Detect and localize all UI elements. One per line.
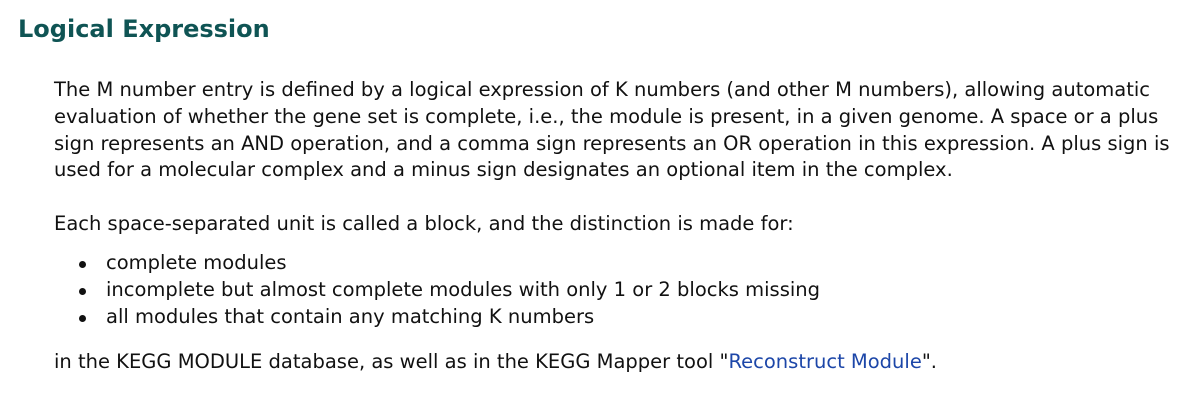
bullet-icon (79, 287, 86, 295)
list-item: incomplete but almost complete modules w… (54, 277, 1194, 304)
list-item: all modules that contain any matching K … (54, 304, 1194, 331)
section-content: The M number entry is defined by a logic… (54, 77, 1194, 376)
paragraph-blocks-intro: Each space-separated unit is called a bl… (54, 212, 794, 236)
database-note-end: ". (921, 350, 937, 374)
list-item-text: all modules that contain any matching K … (106, 304, 595, 328)
list-item-text: incomplete but almost complete modules w… (106, 277, 821, 301)
section-heading: Logical Expression (18, 15, 270, 43)
bullet-icon (79, 314, 86, 322)
bullet-list: complete modules incomplete but almost c… (54, 250, 1194, 330)
database-note-text: in the KEGG MODULE database, as well as … (54, 350, 729, 374)
paragraph-definition: The M number entry is defined by a logic… (54, 78, 1170, 182)
list-item: complete modules (54, 250, 1194, 277)
reconstruct-module-link[interactable]: Reconstruct Module (728, 350, 921, 373)
bullet-icon (79, 260, 86, 268)
paragraph-database-note: in the KEGG MODULE database, as well as … (54, 349, 1194, 376)
list-item-text: complete modules (106, 250, 287, 274)
